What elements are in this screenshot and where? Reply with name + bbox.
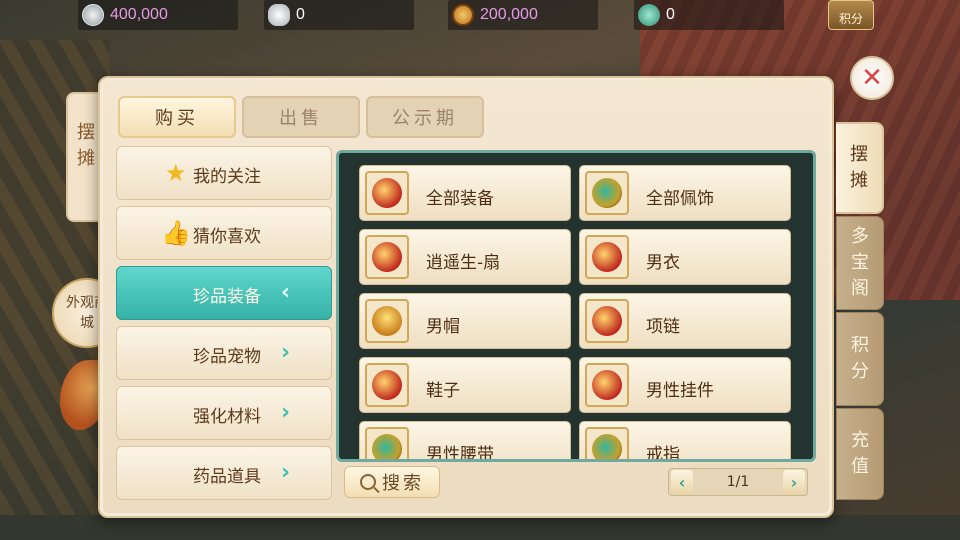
left-strip-label: 摆摊	[77, 122, 95, 169]
belt-icon	[365, 427, 409, 459]
side-tab-label: 摆摊	[850, 144, 868, 191]
item-label: 鞋子	[426, 381, 460, 401]
category-enhance-materials[interactable]: 强化材料 ›	[116, 386, 332, 440]
category-label: 药品道具	[193, 467, 261, 487]
item-label: 戒指	[646, 445, 680, 462]
chevron-right-icon: ›	[281, 460, 291, 485]
score-button-label: 积分	[838, 12, 863, 26]
currency-value: 0	[296, 6, 305, 23]
item-label: 逍遥生-扇	[426, 253, 501, 273]
currency-silver: 400,000	[78, 0, 238, 30]
ring-icon	[585, 427, 629, 459]
fan-icon	[365, 235, 409, 279]
currency-bar: 400,000 0 200,000 0 积分	[0, 0, 960, 32]
item-label: 全部装备	[426, 189, 494, 209]
search-button[interactable]: 搜索	[344, 466, 440, 498]
chevron-right-icon: ›	[790, 472, 798, 492]
armor-icon	[585, 235, 629, 279]
category-label: 珍品装备	[193, 287, 261, 307]
thumbs-up-icon: 👍	[161, 219, 191, 247]
equipment-icon	[365, 171, 409, 215]
item-shoes[interactable]: 鞋子	[359, 357, 571, 413]
item-male-clothes[interactable]: 男衣	[579, 229, 791, 285]
copper-coin-icon	[452, 4, 474, 26]
next-page-button[interactable]: ›	[783, 470, 805, 494]
chevron-left-icon: ‹	[281, 280, 291, 305]
tab-buy[interactable]: 购买	[118, 96, 236, 138]
item-label: 男性腰带	[426, 445, 494, 462]
shoes-icon	[365, 363, 409, 407]
currency-value: 400,000	[110, 6, 168, 23]
item-all-accessories[interactable]: 全部佩饰	[579, 165, 791, 221]
currency-ingot: 0	[264, 0, 414, 30]
category-label: 我的关注	[193, 167, 261, 187]
item-ring[interactable]: 戒指	[579, 421, 791, 462]
score-button[interactable]: 积分	[828, 0, 874, 30]
chevron-left-icon: ‹	[678, 472, 686, 492]
close-icon: ✕	[861, 63, 883, 93]
category-label: 珍品宠物	[193, 347, 261, 367]
category-recommended[interactable]: 👍 猜你喜欢	[116, 206, 332, 260]
necklace-icon	[585, 299, 629, 343]
side-tab-points[interactable]: 积分	[836, 312, 884, 406]
category-rare-pets[interactable]: 珍品宠物 ›	[116, 326, 332, 380]
currency-value: 200,000	[480, 6, 538, 23]
item-all-equipment[interactable]: 全部装备	[359, 165, 571, 221]
item-label: 男性挂件	[646, 381, 714, 401]
tab-label: 购买	[155, 108, 199, 129]
star-icon: ★	[165, 159, 187, 187]
currency-jade: 0	[634, 0, 784, 30]
chevron-right-icon: ›	[281, 400, 291, 425]
category-label: 强化材料	[193, 407, 261, 427]
jade-icon	[638, 4, 660, 26]
page-indicator: 1/1	[726, 474, 750, 490]
silver-ingot-icon	[268, 4, 290, 26]
side-tab-label: 积分	[851, 335, 869, 382]
item-necklace[interactable]: 项链	[579, 293, 791, 349]
item-label: 全部佩饰	[646, 189, 714, 209]
chevron-right-icon: ›	[281, 340, 291, 365]
prev-page-button[interactable]: ‹	[671, 470, 693, 494]
currency-value: 0	[666, 6, 675, 23]
side-tab-label: 多宝阁	[851, 226, 869, 299]
item-label: 男衣	[646, 253, 680, 273]
currency-copper: 200,000	[448, 0, 598, 30]
item-fan[interactable]: 逍遥生-扇	[359, 229, 571, 285]
item-male-belt[interactable]: 男性腰带	[359, 421, 571, 462]
silver-coin-icon	[82, 4, 104, 26]
item-label: 男帽	[426, 317, 460, 337]
tab-label: 公示期	[392, 108, 458, 129]
search-icon	[360, 474, 376, 490]
jade-ring-icon	[585, 171, 629, 215]
category-rare-equipment[interactable]: 珍品装备 ‹	[116, 266, 332, 320]
item-male-hat[interactable]: 男帽	[359, 293, 571, 349]
item-male-pendant[interactable]: 男性挂件	[579, 357, 791, 413]
category-label: 猜你喜欢	[193, 227, 261, 247]
tab-publicity[interactable]: 公示期	[366, 96, 484, 138]
tab-sell[interactable]: 出售	[242, 96, 360, 138]
side-tab-recharge[interactable]: 充值	[836, 408, 884, 500]
background-ground	[0, 515, 960, 540]
category-my-follows[interactable]: ★ 我的关注	[116, 146, 332, 200]
search-button-label: 搜索	[382, 473, 424, 494]
helmet-icon	[365, 299, 409, 343]
tab-label: 出售	[279, 108, 323, 129]
pagination: ‹ 1/1 ›	[668, 468, 808, 496]
item-grid[interactable]: 全部装备 全部佩饰 逍遥生-扇 男衣 男帽 项链 鞋子 男性挂件 男性腰带 戒指	[336, 150, 816, 462]
side-tab-treasure-pavilion[interactable]: 多宝阁	[836, 216, 884, 310]
item-label: 项链	[646, 317, 680, 337]
category-potions-items[interactable]: 药品道具 ›	[116, 446, 332, 500]
pendant-icon	[585, 363, 629, 407]
side-tab-stall[interactable]: 摆摊	[836, 122, 884, 214]
close-button[interactable]: ✕	[850, 56, 894, 100]
side-tab-label: 充值	[851, 430, 869, 477]
